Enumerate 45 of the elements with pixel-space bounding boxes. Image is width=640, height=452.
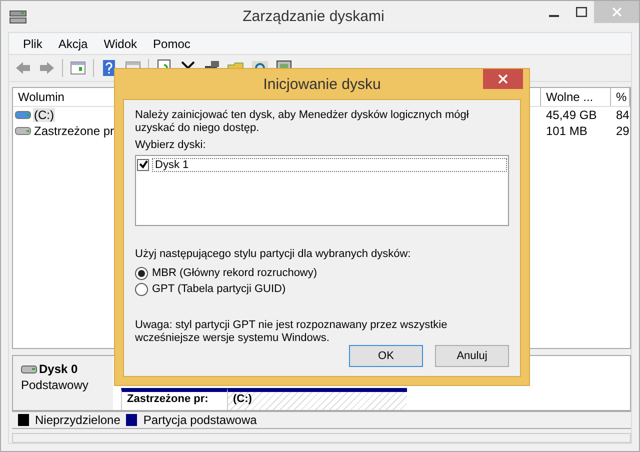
intro-text: Należy zainicjować ten dysk, aby Menedżer dysków logicznych mógł uzyskać do niego dostęp. [135,109,470,135]
drive-icon [15,126,31,136]
list-item[interactable]: Dysk 1 [152,158,507,172]
note-text: Uwaga: styl partycji GPT nie jest rozpoznawany przez wszystkie wcześniejsze wersje systemu Windows. [135,319,448,345]
checkbox[interactable] [137,158,149,170]
drive-icon [9,10,27,24]
forward-arrow-icon[interactable] [38,59,56,77]
back-arrow-icon[interactable] [14,59,32,77]
console-pane-icon[interactable] [69,59,87,77]
legend-label: Partycja podstawowa [143,413,257,427]
radio-button[interactable] [135,282,148,296]
close-button[interactable] [483,69,523,89]
disks-label: Wybierz dyski: [135,139,207,152]
table-cell-text: 29 [615,124,630,138]
table-cell-text: 84 [615,108,630,122]
radio-label[interactable]: MBR (Główny rekord rozruchowy) [152,267,318,279]
column-header[interactable]: Wolne ... [541,88,611,106]
menu-item[interactable]: Pomoc [145,36,198,50]
dialog-button[interactable]: OK [349,345,423,367]
style-label: Użyj następującego stylu partycji dla wybranych dysków: [135,248,412,261]
menu-item[interactable]: Widok [96,36,146,50]
dialog-button[interactable]: Anuluj [435,345,509,367]
table-cell-text: 45,49 GB [545,108,598,122]
radio-button[interactable] [135,266,148,280]
minimize-icon [549,15,559,17]
help-icon[interactable] [100,59,118,77]
column-header[interactable]: % [611,88,630,106]
legend-label: Nieprzydzielone [35,413,120,427]
close-icon [498,74,508,84]
window-title: Zarządzanie dyskami [242,8,386,25]
table-cell-text: 101 MB [545,124,588,138]
radio-label[interactable]: GPT (Tabela partycji GUID) [152,283,286,295]
menu-item[interactable]: Akcja [50,36,96,50]
maximize-icon [576,7,586,17]
table-cell[interactable]: (C:) [33,108,55,122]
disk-type: Podstawowy [21,378,90,392]
drive-icon [21,364,37,374]
close-icon [612,7,622,17]
partition-block[interactable]: (C:) [227,388,407,410]
drive-icon [15,110,31,120]
disk-name: Dysk 0 [39,362,78,376]
partition-block[interactable]: Zastrzeżone pr: [121,388,227,410]
table-cell[interactable]: Zastrzeżone pr [33,124,116,138]
dialog-title: Inicjowanie dysku [262,76,382,92]
menu-item[interactable]: Plik [15,36,50,50]
